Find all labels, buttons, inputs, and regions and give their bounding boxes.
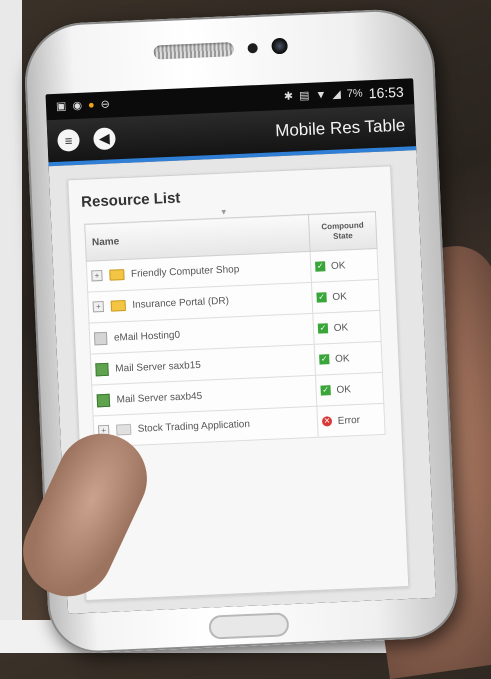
folder-icon <box>110 300 126 313</box>
page-title: Mobile Res Table <box>274 115 406 141</box>
back-arrow-icon: ◀ <box>99 130 110 146</box>
sync-notification-icon: ◉ <box>72 99 83 113</box>
gallery-notification-icon: ▣ <box>55 100 67 113</box>
battery-level: 7% <box>346 87 363 101</box>
resource-name: Insurance Portal (DR) <box>132 296 230 312</box>
state-label: OK <box>333 321 349 334</box>
resource-name: Mail Server saxb45 <box>116 390 203 406</box>
background-wall <box>0 0 22 653</box>
resource-name: Mail Server saxb15 <box>115 359 202 375</box>
ok-check-icon: ✓ <box>320 385 331 396</box>
home-button[interactable] <box>208 612 290 640</box>
server-icon <box>93 331 108 345</box>
signal-icon: ◢ <box>332 88 342 101</box>
expand-toggle-icon[interactable]: + <box>91 270 103 282</box>
back-button[interactable]: ◀ <box>93 127 116 151</box>
resource-name: Friendly Computer Shop <box>130 264 240 281</box>
ok-check-icon: ✓ <box>317 323 329 334</box>
ok-check-icon: ✓ <box>315 261 326 272</box>
error-icon: ✕ <box>321 415 333 427</box>
wifi-icon: ▼ <box>315 89 327 102</box>
server-icon <box>95 362 109 376</box>
state-label: Error <box>337 414 361 427</box>
hamburger-menu-icon: ≡ <box>64 132 73 149</box>
bluetooth-icon: ✱ <box>283 90 294 103</box>
expand-toggle-icon[interactable]: + <box>92 301 105 313</box>
front-camera-icon <box>271 37 288 55</box>
collapse-handle-icon[interactable]: ▼ <box>220 207 228 216</box>
minus-notification-icon: ⊖ <box>100 98 111 111</box>
proximity-sensor <box>247 43 258 54</box>
folder-icon <box>115 424 132 436</box>
server-icon <box>96 393 111 407</box>
folder-icon <box>109 269 125 282</box>
resource-name: Stock Trading Application <box>137 419 251 436</box>
state-label: OK <box>336 383 352 396</box>
menu-button[interactable]: ≡ <box>57 128 80 152</box>
earpiece-speaker <box>153 42 234 60</box>
resource-name: eMail Hosting0 <box>113 329 181 344</box>
ok-check-icon: ✓ <box>319 354 330 365</box>
resource-table: Name Compound State + Friendly Computer … <box>84 211 386 448</box>
status-clock: 16:53 <box>368 83 405 102</box>
nfc-icon: ▤ <box>298 89 310 103</box>
state-label: OK <box>330 259 346 272</box>
column-header-state[interactable]: Compound State <box>308 211 378 252</box>
panel-title: Resource List <box>80 189 181 211</box>
app-notification-icon: ● <box>87 99 95 112</box>
ok-check-icon: ✓ <box>316 292 327 303</box>
state-label: OK <box>334 352 350 365</box>
state-label: OK <box>332 290 348 303</box>
